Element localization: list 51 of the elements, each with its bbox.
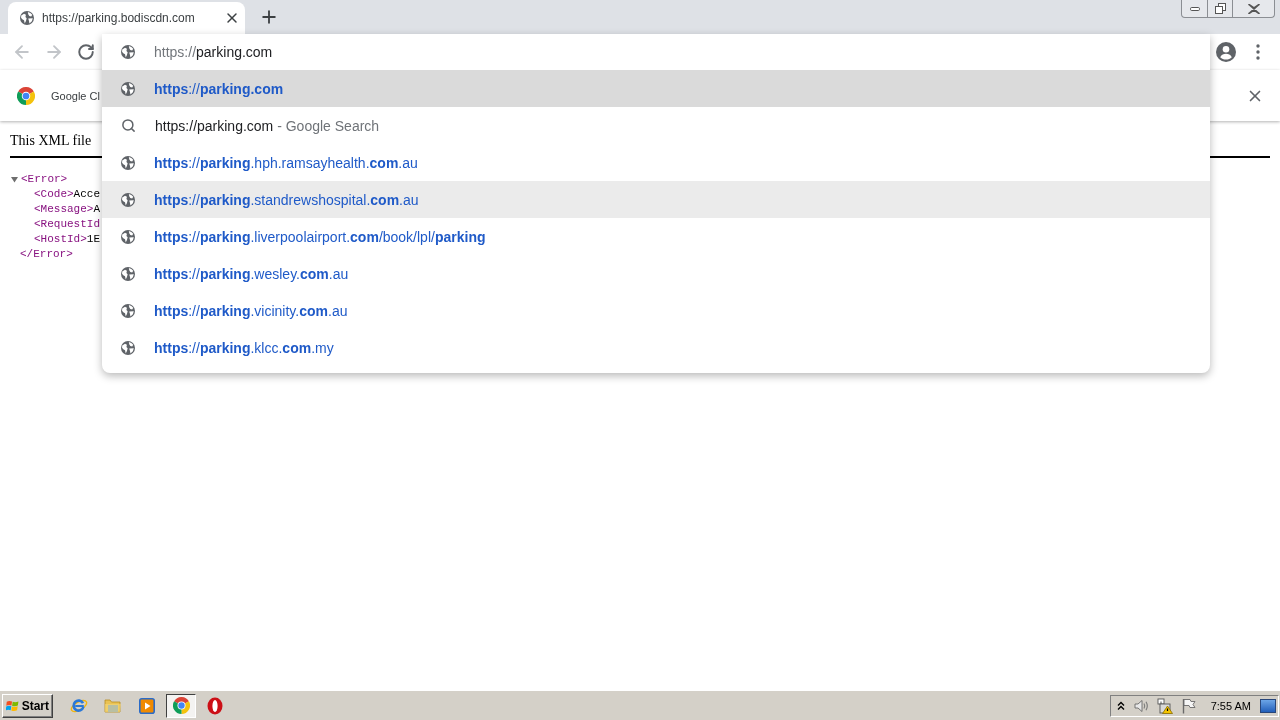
- xml-line: <RequestId: [34, 217, 100, 232]
- suggestion-item[interactable]: https://parking.standrewshospital.com.au: [102, 181, 1210, 218]
- globe-icon: [121, 229, 135, 244]
- browser-tab[interactable]: https://parking.bodiscdn.com: [8, 2, 245, 34]
- xml-line: </Error>: [20, 247, 73, 262]
- flag-icon[interactable]: [1181, 697, 1196, 714]
- reload-icon[interactable]: [77, 43, 95, 61]
- suggestion-item[interactable]: https://parking.hph.ramsayhealth.com.au: [102, 144, 1210, 181]
- globe-icon: [121, 155, 135, 170]
- globe-icon: [20, 11, 34, 25]
- xml-notice-text: This XML file: [10, 132, 92, 149]
- clock-text: 7:55 AM: [1210, 699, 1251, 712]
- browser-logo-icon: [172, 697, 190, 714]
- menu-icon[interactable]: [1256, 44, 1260, 60]
- folder-icon: [104, 697, 122, 714]
- suggestion-item[interactable]: https://parking.liverpoolairport.com/book/lpl/parking: [102, 218, 1210, 255]
- globe-icon: [121, 340, 135, 355]
- speaker-icon[interactable]: [1133, 697, 1150, 714]
- xml-line: <Message>A: [34, 202, 101, 217]
- ring-logo-icon: [207, 696, 223, 715]
- user-icon[interactable]: [1216, 42, 1236, 62]
- xml-line: <HostId>1E: [34, 232, 100, 247]
- taskbar-button[interactable]: [166, 693, 196, 718]
- globe-icon: [121, 45, 135, 59]
- start-button[interactable]: Start: [2, 693, 53, 718]
- globe-icon: [121, 81, 135, 96]
- xml-line: <Error>: [21, 172, 68, 187]
- close-icon[interactable]: [224, 10, 240, 26]
- show-desktop-icon[interactable]: [1260, 698, 1276, 713]
- chevron-up-icon[interactable]: [1116, 700, 1125, 711]
- suggestion-item[interactable]: https://parking.com: [102, 70, 1210, 107]
- globe-icon: [121, 266, 135, 281]
- search-icon: [121, 118, 136, 133]
- browser-logo-icon: [17, 86, 35, 105]
- suggestion-item[interactable]: https://parking.wesley.com.au: [102, 255, 1210, 292]
- restore-icon: [1214, 3, 1226, 14]
- suggestion-item[interactable]: https://parking.klcc.com.my: [102, 329, 1210, 366]
- suggestion-item[interactable]: https://parking.vicinity.com.au: [102, 292, 1210, 329]
- play-tile-icon: [139, 697, 155, 714]
- infobar-text: Google Cl: [51, 89, 100, 102]
- suggestion-item[interactable]: https://parking.com - Google Search: [102, 107, 1210, 144]
- triangle-icon[interactable]: [11, 176, 18, 183]
- address-field[interactable]: https://parking.com: [154, 39, 277, 65]
- globe-icon: [121, 192, 135, 207]
- close-icon: [1247, 3, 1260, 14]
- minimize-icon: [1189, 6, 1200, 11]
- globe-icon: [121, 303, 135, 318]
- plus-icon[interactable]: [259, 7, 279, 27]
- e-logo-icon: [70, 696, 88, 715]
- xml-line: <Code>Acce: [34, 187, 100, 202]
- network-warning-icon[interactable]: [1156, 697, 1173, 714]
